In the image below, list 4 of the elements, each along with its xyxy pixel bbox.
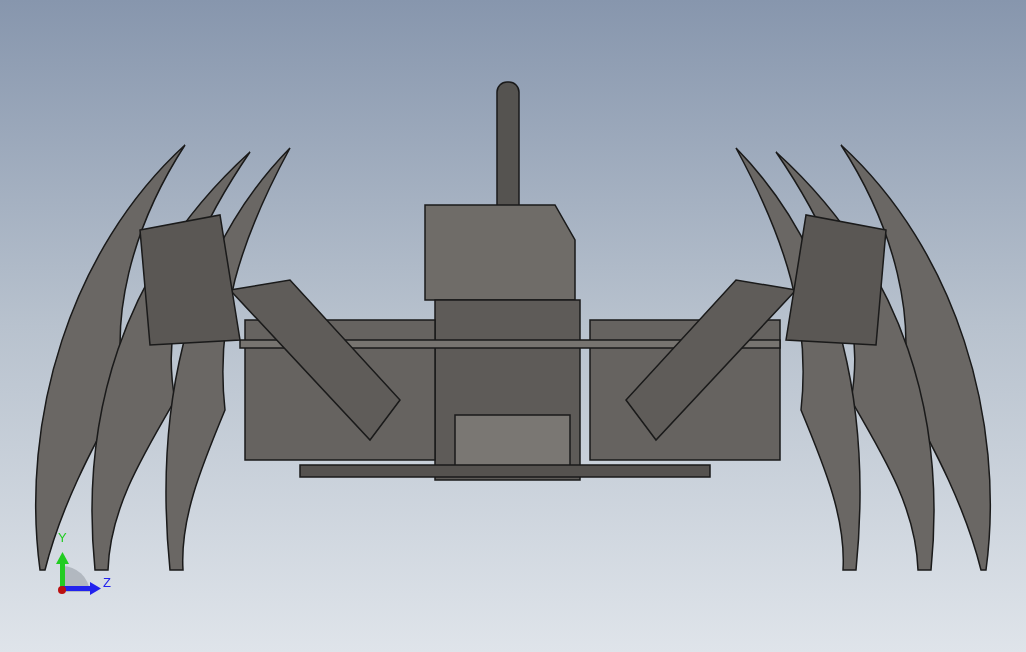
origin-dot-icon bbox=[58, 586, 66, 594]
cad-viewport[interactable]: Y Z bbox=[0, 0, 1026, 652]
axis-label: Y bbox=[58, 531, 67, 544]
axis-label: Z bbox=[103, 576, 111, 589]
